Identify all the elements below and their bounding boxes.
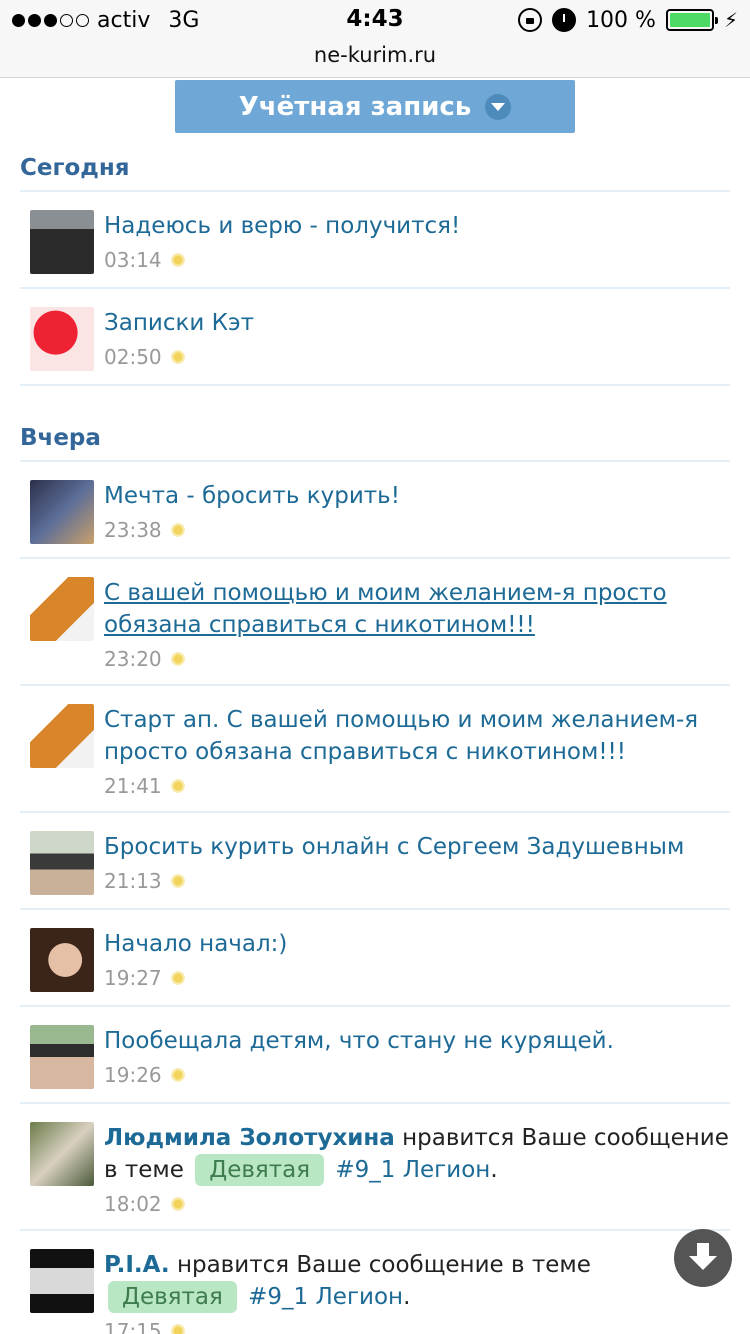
- section-title: Вчера: [20, 418, 730, 462]
- item-time: 23:38: [104, 518, 162, 542]
- item-title[interactable]: Старт ап. С вашей помощью и моим желание…: [104, 704, 730, 768]
- avatar[interactable]: [30, 210, 94, 274]
- forum-tag[interactable]: Девятая: [195, 1154, 325, 1186]
- item-title[interactable]: Надеюсь и верю - получится!: [104, 210, 730, 242]
- notification-text: нравится Ваше сообщение в теме: [176, 1252, 591, 1278]
- forum-tag[interactable]: Девятая: [108, 1281, 237, 1313]
- battery-icon: [665, 9, 718, 31]
- section-title: Сегодня: [20, 148, 730, 192]
- list-item[interactable]: P.I.A. нравится Ваше сообщение в теме Де…: [20, 1231, 730, 1334]
- sentence-end: .: [490, 1157, 498, 1183]
- sun-icon: [169, 1323, 186, 1334]
- avatar[interactable]: [30, 577, 94, 641]
- user-link[interactable]: Людмила Золотухина: [104, 1125, 395, 1151]
- item-time: 19:26: [104, 1063, 162, 1087]
- list-item[interactable]: Надеюсь и верю - получится! 03:14: [20, 192, 730, 289]
- item-title[interactable]: Бросить курить онлайн с Сергеем Задушевн…: [104, 831, 730, 863]
- avatar[interactable]: [30, 480, 94, 544]
- list-item[interactable]: Записки Кэт 02:50: [20, 289, 730, 386]
- list-item[interactable]: Бросить курить онлайн с Сергеем Задушевн…: [20, 813, 730, 910]
- list-item[interactable]: Людмила Золотухина нравится Ваше сообщен…: [20, 1104, 730, 1231]
- sun-icon: [169, 252, 186, 268]
- sun-icon: [169, 873, 186, 889]
- sun-icon: [169, 1196, 186, 1212]
- item-time: 23:20: [104, 647, 162, 671]
- avatar[interactable]: [30, 928, 94, 992]
- alarm-icon: [552, 8, 577, 32]
- avatar[interactable]: [30, 307, 94, 371]
- topic-link[interactable]: #9_1 Легион: [335, 1157, 490, 1183]
- list-item[interactable]: Мечта - бросить курить! 23:38: [20, 462, 730, 559]
- item-title[interactable]: Мечта - бросить курить!: [104, 480, 730, 512]
- sun-icon: [169, 778, 186, 794]
- avatar[interactable]: [30, 1025, 94, 1089]
- item-title[interactable]: С вашей помощью и моим желанием-я просто…: [104, 577, 730, 641]
- scroll-down-button[interactable]: [674, 1229, 732, 1287]
- item-time: 19:27: [104, 966, 162, 990]
- sun-icon: [169, 349, 186, 365]
- item-title[interactable]: Пообещала детям, что стану не курящей.: [104, 1025, 730, 1057]
- item-time: 02:50: [104, 345, 162, 369]
- status-bar: activ 3G 4:43 100 % ⚡: [0, 0, 750, 40]
- item-title[interactable]: Начало начал:): [104, 928, 730, 960]
- charging-bolt-icon: ⚡: [723, 8, 738, 32]
- item-time: 17:15: [104, 1319, 162, 1334]
- item-time: 21:41: [104, 774, 162, 798]
- url-bar[interactable]: ne-kurim.ru: [0, 40, 750, 78]
- list-item[interactable]: Начало начал:) 19:27: [20, 910, 730, 1007]
- list-item[interactable]: С вашей помощью и моим желанием-я просто…: [20, 559, 730, 686]
- like-notification: Людмила Золотухина нравится Ваше сообщен…: [104, 1122, 730, 1186]
- rotation-lock-icon: [518, 8, 543, 32]
- account-button-label: Учётная запись: [238, 91, 472, 122]
- avatar[interactable]: [30, 831, 94, 895]
- avatar[interactable]: [30, 1122, 94, 1186]
- avatar[interactable]: [30, 1249, 94, 1313]
- item-time: 21:13: [104, 869, 162, 893]
- sun-icon: [169, 1067, 186, 1083]
- sun-icon: [169, 651, 186, 667]
- url-text: ne-kurim.ru: [313, 43, 437, 67]
- section-today: Сегодня Надеюсь и верю - получится! 03:1…: [20, 148, 730, 386]
- chevron-down-icon: [485, 93, 512, 120]
- user-link[interactable]: P.I.A.: [104, 1252, 170, 1278]
- battery-percent: 100 %: [586, 7, 656, 33]
- list-item[interactable]: Старт ап. С вашей помощью и моим желание…: [20, 686, 730, 813]
- like-notification: P.I.A. нравится Ваше сообщение в теме Де…: [104, 1249, 730, 1313]
- notifications-list: Сегодня Надеюсь и верю - получится! 03:1…: [20, 148, 730, 1334]
- sentence-end: .: [403, 1284, 411, 1310]
- item-time: 03:14: [104, 248, 162, 272]
- status-right: 100 % ⚡: [518, 6, 738, 34]
- avatar[interactable]: [30, 704, 94, 768]
- topic-link[interactable]: #9_1 Легион: [248, 1284, 403, 1310]
- sun-icon: [169, 970, 186, 986]
- item-time: 18:02: [104, 1192, 162, 1216]
- sun-icon: [169, 522, 186, 538]
- account-button[interactable]: Учётная запись: [175, 80, 575, 133]
- item-title[interactable]: Записки Кэт: [104, 307, 730, 339]
- list-item[interactable]: Пообещала детям, что стану не курящей. 1…: [20, 1007, 730, 1104]
- section-yesterday: Вчера Мечта - бросить курить! 23:38 С ва…: [20, 418, 730, 1334]
